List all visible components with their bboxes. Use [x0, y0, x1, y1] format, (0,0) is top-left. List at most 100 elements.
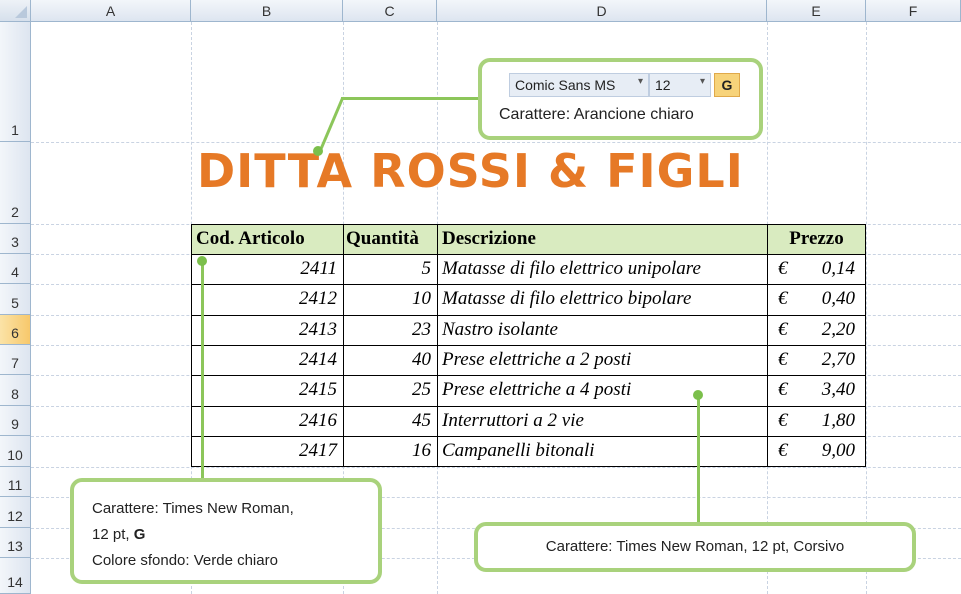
- row-header-13[interactable]: 13: [0, 528, 31, 558]
- price-value: 2,70: [821, 349, 855, 370]
- column-header-c[interactable]: C: [343, 0, 437, 22]
- column-header-f[interactable]: F: [866, 0, 961, 22]
- row-label: 4: [11, 264, 19, 280]
- cell-price[interactable]: €2,70: [767, 345, 866, 376]
- currency-symbol: €: [778, 379, 788, 400]
- column-header-a[interactable]: A: [31, 0, 191, 22]
- cell-description[interactable]: Prese elettriche a 2 posti: [437, 345, 768, 376]
- cell-price[interactable]: €0,14: [767, 254, 866, 285]
- currency-symbol: €: [778, 349, 788, 370]
- row-header-5[interactable]: 5: [0, 284, 31, 315]
- row-label: 1: [11, 122, 19, 138]
- callout-connector: [341, 97, 481, 100]
- price-value: 1,80: [821, 410, 855, 431]
- header-cell-quantity[interactable]: Quantità: [343, 224, 438, 255]
- gridline: [866, 22, 867, 594]
- row-header-9[interactable]: 9: [0, 406, 31, 436]
- callout-connector: [201, 261, 204, 480]
- callout-anchor-dot: [197, 256, 207, 266]
- row-header-14[interactable]: 14: [0, 558, 31, 594]
- currency-symbol: €: [778, 288, 788, 309]
- gridline: [31, 467, 961, 468]
- callout-text: Carattere: Arancione chiaro: [499, 106, 694, 123]
- row-header-12[interactable]: 12: [0, 497, 31, 528]
- row-header-4[interactable]: 4: [0, 254, 31, 284]
- row-label: 7: [11, 355, 19, 371]
- callout-header-format: Carattere: Times New Roman, 12 pt, G Col…: [70, 478, 382, 584]
- callout-text-line: 12 pt, G: [92, 522, 378, 548]
- cell-code[interactable]: 2417: [191, 436, 344, 467]
- row-label: 2: [11, 204, 19, 220]
- column-header-d[interactable]: D: [437, 0, 767, 22]
- cell-description[interactable]: Campanelli bitonali: [437, 436, 768, 467]
- callout-anchor-dot: [313, 146, 323, 156]
- header-cell-price[interactable]: Prezzo: [767, 224, 866, 255]
- cell-description[interactable]: Matasse di filo elettrico bipolare: [437, 284, 768, 316]
- bold-button[interactable]: G: [714, 73, 740, 97]
- callout-anchor-dot: [693, 390, 703, 400]
- callout-body-format: Carattere: Times New Roman, 12 pt, Corsi…: [474, 522, 916, 572]
- callout-text: Carattere: Times New Roman,: [92, 500, 294, 517]
- cell-description[interactable]: Interruttori a 2 vie: [437, 406, 768, 437]
- callout-text: Carattere: Times New Roman, 12 pt, Corsi…: [545, 538, 845, 555]
- chevron-down-icon: ▾: [637, 76, 643, 87]
- cell-description[interactable]: Nastro isolante: [437, 315, 768, 346]
- cell-price[interactable]: €2,20: [767, 315, 866, 346]
- cell-quantity[interactable]: 25: [343, 375, 438, 407]
- row-header-3[interactable]: 3: [0, 224, 31, 254]
- header-cell-description[interactable]: Descrizione: [437, 224, 768, 255]
- price-value: 2,20: [821, 319, 855, 340]
- cell-code[interactable]: 2415: [191, 375, 344, 407]
- cell-quantity[interactable]: 23: [343, 315, 438, 346]
- callout-text: Colore sfondo: Verde chiaro: [92, 552, 278, 569]
- column-header-b[interactable]: B: [191, 0, 343, 22]
- cell-code[interactable]: 2414: [191, 345, 344, 376]
- row-header-6[interactable]: 6: [0, 315, 31, 345]
- row-header-8[interactable]: 8: [0, 375, 31, 406]
- font-size-value: 12: [655, 77, 671, 93]
- cell-quantity[interactable]: 10: [343, 284, 438, 316]
- row-label: 5: [11, 295, 19, 311]
- header-cell-code[interactable]: Cod. Articolo: [191, 224, 344, 255]
- font-name-value: Comic Sans MS: [515, 77, 616, 93]
- column-label: C: [384, 3, 395, 19]
- font-name-box[interactable]: Comic Sans MS ▾: [509, 73, 649, 97]
- cell-quantity[interactable]: 45: [343, 406, 438, 437]
- row-header-1[interactable]: 1: [0, 22, 31, 142]
- cell-description[interactable]: Matasse di filo elettrico unipolare: [437, 254, 768, 285]
- font-size-box[interactable]: 12 ▾: [649, 73, 711, 97]
- select-all-corner[interactable]: [0, 0, 31, 22]
- column-label: A: [105, 3, 116, 19]
- cell-price[interactable]: €3,40: [767, 375, 866, 407]
- row-label: 10: [7, 447, 23, 463]
- row-label: 9: [11, 416, 19, 432]
- cell-quantity[interactable]: 5: [343, 254, 438, 285]
- row-label: 8: [11, 386, 19, 402]
- chevron-down-icon: ▾: [699, 76, 705, 87]
- row-label: 11: [7, 477, 23, 493]
- cell-code[interactable]: 2411: [191, 254, 344, 285]
- row-header-2[interactable]: 2: [0, 142, 31, 224]
- cell-quantity[interactable]: 16: [343, 436, 438, 467]
- cell-code[interactable]: 2416: [191, 406, 344, 437]
- cell-price[interactable]: €9,00: [767, 436, 866, 467]
- cell-code[interactable]: 2413: [191, 315, 344, 346]
- row-label: 14: [7, 574, 23, 590]
- bold-label: G: [133, 526, 146, 543]
- price-value: 0,40: [821, 288, 855, 309]
- row-label: 3: [11, 234, 19, 250]
- row-header-11[interactable]: 11: [0, 467, 31, 497]
- row-header-10[interactable]: 10: [0, 436, 31, 467]
- cell-description[interactable]: Prese elettriche a 4 posti: [437, 375, 768, 407]
- cell-price[interactable]: €0,40: [767, 284, 866, 316]
- cell-price[interactable]: €1,80: [767, 406, 866, 437]
- callout-text: 12 pt,: [92, 526, 134, 543]
- sheet-title[interactable]: DITTA ROSSI & FIGLI: [197, 144, 744, 198]
- cell-quantity[interactable]: 40: [343, 345, 438, 376]
- column-header-e[interactable]: E: [767, 0, 866, 22]
- currency-symbol: €: [778, 258, 788, 279]
- column-label: B: [261, 3, 272, 19]
- cell-code[interactable]: 2412: [191, 284, 344, 316]
- row-header-7[interactable]: 7: [0, 345, 31, 375]
- currency-symbol: €: [778, 440, 788, 461]
